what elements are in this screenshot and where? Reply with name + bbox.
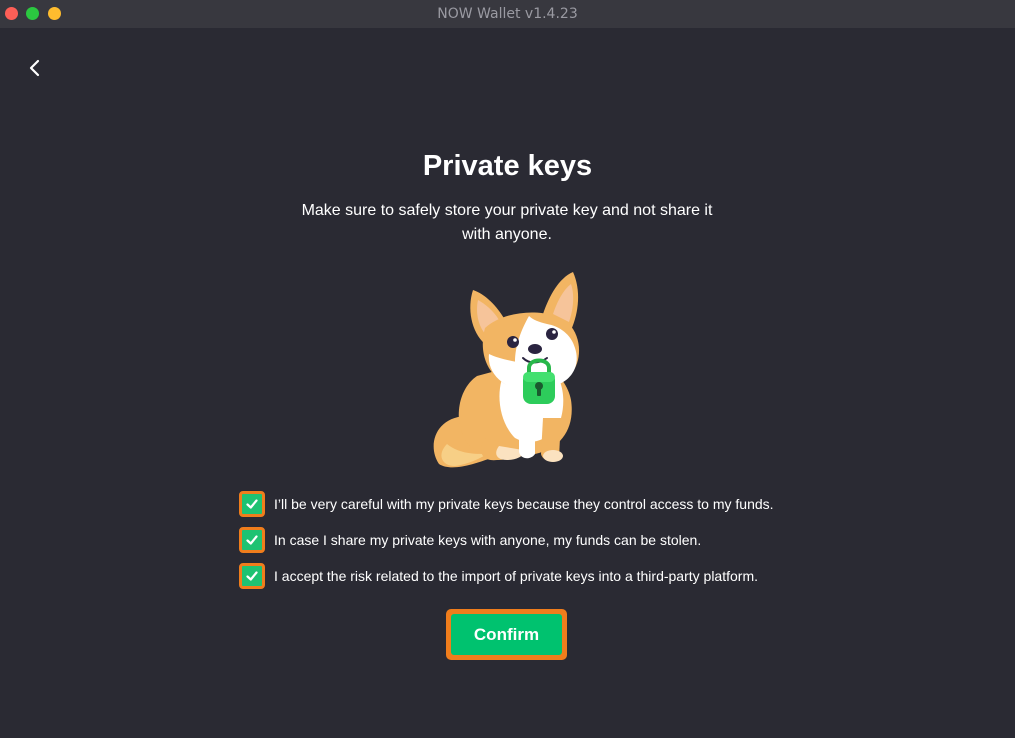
checkmark-icon bbox=[246, 535, 258, 545]
checkbox-accept-risk[interactable] bbox=[239, 563, 265, 589]
checkbox-row-funds-access[interactable]: I’ll be very careful with my private key… bbox=[239, 491, 774, 517]
chevron-left-icon bbox=[29, 59, 40, 77]
checkbox-row-accept-risk[interactable]: I accept the risk related to the import … bbox=[239, 563, 758, 589]
checkbox-label: I’ll be very careful with my private key… bbox=[274, 496, 774, 512]
back-button[interactable] bbox=[22, 55, 48, 81]
window-title: NOW Wallet v1.4.23 bbox=[437, 6, 578, 22]
confirm-button-highlight: Confirm bbox=[446, 609, 567, 660]
page-title: Private keys bbox=[422, 150, 593, 182]
checkmark-icon bbox=[246, 571, 258, 581]
checkbox-label: In case I share my private keys with any… bbox=[274, 532, 702, 548]
confirm-button[interactable]: Confirm bbox=[451, 614, 562, 655]
title-bar: NOW Wallet v1.4.23 bbox=[0, 0, 1015, 28]
checkbox-label: I accept the risk related to the import … bbox=[274, 568, 758, 584]
app-window: NOW Wallet v1.4.23 Private keys Make sur… bbox=[0, 0, 1015, 738]
corgi-padlock-illustration bbox=[433, 272, 580, 468]
checkbox-row-funds-stolen[interactable]: In case I share my private keys with any… bbox=[239, 527, 701, 553]
checkmark-icon bbox=[246, 499, 258, 509]
checkbox-funds-stolen[interactable] bbox=[239, 527, 265, 553]
page-subtitle: Make sure to safely store your private k… bbox=[301, 202, 713, 243]
checkbox-funds-access[interactable] bbox=[239, 491, 265, 517]
